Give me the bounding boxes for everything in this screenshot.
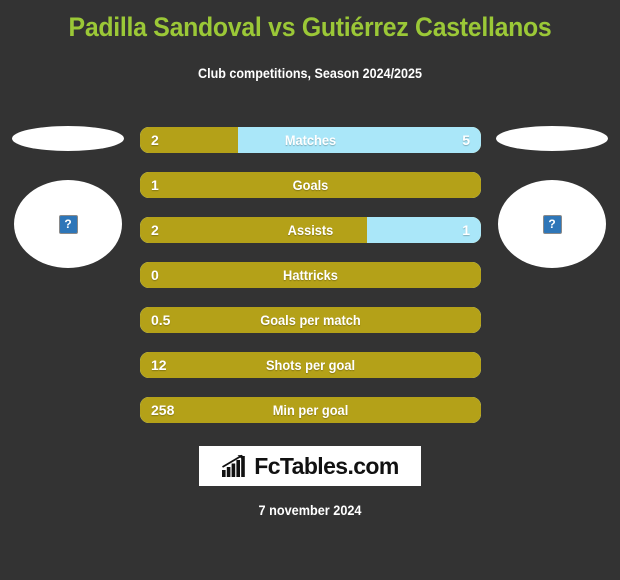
- player-panel-away: ?: [484, 118, 620, 268]
- page-subtitle: Club competitions, Season 2024/2025: [198, 66, 422, 81]
- stat-bar-home: [140, 172, 481, 198]
- stat-value-home: 0.5: [151, 312, 171, 328]
- stat-value-home: 2: [151, 222, 159, 238]
- stat-value-home: 258: [151, 402, 175, 418]
- stat-value-home: 0: [151, 267, 159, 283]
- stat-row: 2 5 Matches: [140, 127, 481, 153]
- stat-row: 12 Shots per goal: [140, 352, 481, 378]
- stat-bar-home: [140, 262, 481, 288]
- stat-bar-home: [140, 217, 368, 243]
- stat-row: 1 Goals: [140, 172, 481, 198]
- stat-value-home: 2: [151, 132, 159, 148]
- stat-row: 258 Min per goal: [140, 397, 481, 423]
- broken-image-icon: ?: [58, 214, 78, 234]
- stat-row: 0.5 Goals per match: [140, 307, 481, 333]
- stat-comparison-list: 2 5 Matches 1 Goals 2 1 Assists 0 Hattricks 0.5 Goa…: [140, 127, 481, 442]
- stat-value-home: 12: [151, 357, 167, 373]
- stat-bar-home: [140, 397, 481, 423]
- player-name-home: [12, 126, 124, 151]
- bar-chart-growth-icon: [222, 454, 246, 477]
- stat-row: 0 Hattricks: [140, 262, 481, 288]
- player-avatar-away: ?: [498, 180, 606, 268]
- fctables-logo[interactable]: FcTables.com: [199, 446, 421, 486]
- page-title: Padilla Sandoval vs Gutiérrez Castellano…: [68, 12, 552, 42]
- stat-value-away: 5: [462, 132, 470, 148]
- stat-value-home: 1: [151, 177, 159, 193]
- player-avatar-home: ?: [14, 180, 122, 268]
- stat-bar-home: [140, 352, 481, 378]
- stat-value-away: 1: [462, 222, 470, 238]
- stat-bar-home: [140, 307, 481, 333]
- player-name-away: [496, 126, 608, 151]
- stat-row: 2 1 Assists: [140, 217, 481, 243]
- player-panel-home: ?: [0, 118, 136, 268]
- broken-image-icon: ?: [542, 214, 562, 234]
- fctables-logo-text: FcTables.com: [254, 452, 399, 479]
- snapshot-date: 7 november 2024: [258, 503, 362, 518]
